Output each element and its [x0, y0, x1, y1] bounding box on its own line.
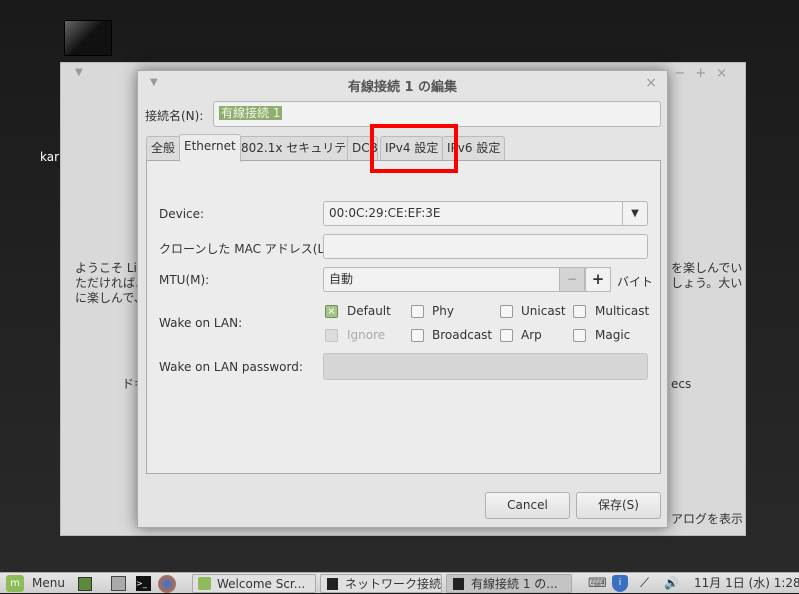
taskbar: m Menu >_ Welcome Scr... ネットワーク接続 有線接続 1… — [0, 572, 799, 593]
highlight-box — [370, 124, 458, 173]
wol-multicast-label: Multicast — [595, 304, 650, 318]
connection-name-label: 接続名(N): — [145, 109, 204, 123]
shield-icon[interactable]: i — [612, 575, 628, 592]
mint-logo-icon — [198, 577, 211, 590]
firefox-icon[interactable] — [158, 575, 176, 593]
taskbar-window-edit-connection[interactable]: 有線接続 1 の... — [446, 574, 572, 593]
cloned-mac-input[interactable] — [323, 234, 648, 259]
taskbar-window-network[interactable]: ネットワーク接続 — [320, 574, 442, 593]
save-button[interactable]: 保存(S) — [576, 492, 661, 519]
show-desktop-icon[interactable] — [78, 577, 92, 591]
dialog-title: 有線接続 1 の編集 — [347, 80, 458, 95]
wol-password-label: Wake on LAN password: — [159, 360, 303, 374]
selected-text: 有線接続 1 — [219, 106, 283, 120]
taskbar-window-label: 有線接続 1 の... — [471, 577, 558, 591]
welcome-text: ecs — [671, 377, 692, 391]
file-manager-icon[interactable] — [111, 576, 126, 591]
wol-arp-label: Arp — [521, 328, 542, 342]
device-combobox[interactable]: 00:0C:29:CE:EF:3E ▼ — [323, 201, 648, 226]
wol-arp-checkbox[interactable] — [500, 329, 513, 342]
taskbar-window-label: ネットワーク接続 — [345, 577, 442, 591]
wol-magic-label: Magic — [595, 328, 631, 342]
chevron-down-icon[interactable]: ▼ — [622, 202, 647, 225]
wol-default-label: Default — [347, 304, 391, 318]
wol-unicast-label: Unicast — [521, 304, 566, 318]
tab-8021x-security[interactable]: 802.1x セキュリティ — [236, 136, 363, 161]
menu-button[interactable]: Menu — [32, 574, 65, 593]
wol-phy-checkbox[interactable] — [411, 305, 424, 318]
cancel-button[interactable]: Cancel — [485, 492, 570, 519]
wol-password-input — [323, 353, 648, 380]
show-dialog-checkbox-label[interactable]: アログを表示 — [671, 510, 743, 527]
terminal-icon[interactable]: >_ — [136, 576, 151, 591]
wol-broadcast-label: Broadcast — [432, 328, 493, 342]
clock[interactable]: 11月 1日 (水) 1:28 — [694, 574, 799, 593]
wol-broadcast-checkbox[interactable] — [411, 329, 424, 342]
tab-ethernet[interactable]: Ethernet — [179, 134, 241, 162]
wol-magic-checkbox[interactable] — [573, 329, 586, 342]
tab-general[interactable]: 全般 — [146, 136, 181, 161]
device-value: 00:0C:29:CE:EF:3E — [329, 206, 441, 220]
network-icon — [327, 578, 338, 590]
edit-connection-dialog: ▼ 有線接続 1 の編集 × 接続名(N): 有線接続 1 全般 Etherne… — [137, 70, 668, 528]
wol-ignore-label: Ignore — [347, 328, 386, 342]
network-icon — [453, 578, 464, 590]
volume-icon[interactable]: 🔊 — [664, 574, 679, 593]
network-cable-icon[interactable]: ⟋ — [640, 574, 649, 593]
wol-ignore-checkbox[interactable] — [325, 329, 338, 342]
wol-phy-label: Phy — [432, 304, 454, 318]
wol-default-checkbox[interactable]: × — [325, 305, 338, 318]
wol-unicast-checkbox[interactable] — [500, 305, 513, 318]
window-menu-icon[interactable]: ▼ — [75, 67, 83, 78]
cloned-mac-label: クローンした MAC アドレス(L): — [159, 242, 333, 256]
tab-panel: Device: 00:0C:29:CE:EF:3E ▼ クローンした MAC ア… — [146, 160, 661, 474]
device-label: Device: — [159, 207, 205, 221]
wol-multicast-checkbox[interactable] — [573, 305, 586, 318]
keyboard-icon[interactable]: ⌨ — [588, 574, 607, 593]
mtu-label: MTU(M): — [159, 273, 210, 287]
welcome-text: しょう。大い — [671, 276, 743, 290]
window-controls-icon[interactable]: −+× — [674, 66, 737, 81]
welcome-text: に楽しんで、 — [75, 291, 146, 305]
mtu-decrement-button[interactable]: − — [559, 267, 585, 292]
taskbar-window-label: Welcome Scr... — [217, 577, 306, 591]
computer-desktop-icon[interactable] — [64, 20, 112, 56]
desktop-icon-label[interactable]: kar — [40, 150, 59, 164]
close-icon[interactable]: × — [645, 75, 657, 91]
mtu-unit: バイト — [617, 275, 654, 289]
wol-label: Wake on LAN: — [159, 316, 243, 330]
mtu-increment-button[interactable]: + — [585, 267, 611, 292]
taskbar-window-welcome[interactable]: Welcome Scr... — [192, 574, 316, 593]
mint-logo-icon[interactable]: m — [6, 575, 24, 592]
